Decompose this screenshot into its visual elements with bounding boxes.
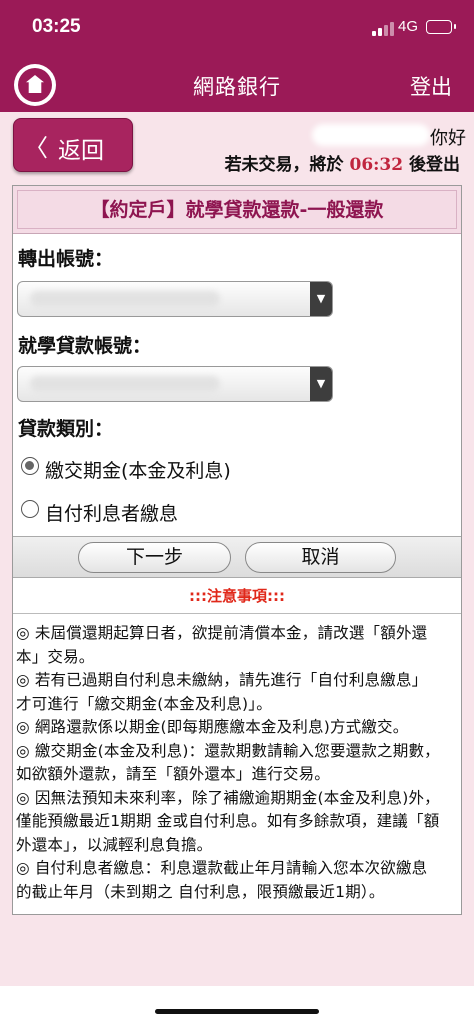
notice-heading: :::注意事項::: [13,578,461,614]
notice-line: ◎ 因無法預知未來利率，除了補繳逾期期金(本金及利息)外， [16,788,440,807]
network-type: 4G [398,18,419,35]
dropdown-arrow-icon: ▼ [310,367,332,401]
notice-list: ◎ 未屆償還期起算日者，欲提前清償本金，請改選「額外還 本」交易。 ◎ 若有已過… [16,622,456,904]
from-account-select[interactable]: ▼ [17,281,333,317]
logout-button[interactable]: 登出 [410,71,452,101]
session-timeout-text: 若未交易，將於 06:32 後登出 [225,150,460,175]
chevron-left-icon: 〈 [24,134,48,162]
radio-option-label: 繳交期金(本金及利息) [45,460,231,482]
notice-line: ◎ 若有已過期自付利息未繳納，請先進行「自付利息繳息」 [16,671,428,689]
home-bar [0,986,474,1026]
app-header: 網路銀行 登出 [0,58,474,112]
greeting-text: 你好 [430,128,466,149]
redacted-username [312,124,430,146]
notice-line: 的截止年月（未到期之 自付利息，限預繳最近1期）。 [16,882,385,901]
back-button[interactable]: 〈 返回 [13,118,133,172]
home-indicator[interactable] [155,1009,319,1014]
status-time: 03:25 [32,16,81,37]
notice-line: ◎ 網路還款係以期金(即每期應繳本金及利息)方式繳交。 [16,718,409,736]
loan-account-select[interactable]: ▼ [17,366,333,402]
notice-line: 如欲額外還款，請至「額外還本」進行交易。 [16,765,331,783]
redacted-account [30,291,220,307]
session-countdown: 06:32 [349,155,404,175]
notice-line: 才可進行「繳交期金(本金及利息)」。 [16,694,272,713]
notice-line: 外還本」，以減輕利息負擔。 [16,835,213,854]
notice-line: 本」交易。 [16,647,95,666]
battery-icon [426,20,456,34]
form-heading: 【約定戶】就學貸款還款-一般還款 [13,186,461,234]
session-prefix: 若未交易，將於 [224,155,344,175]
session-suffix: 後登出 [409,155,460,175]
notice-line: ◎ 未屆償還期起算日者，欲提前清償本金，請改選「額外還 [16,624,428,642]
action-bar: 下一步 取消 [13,536,461,578]
loan-type-label: 貸款類別： [18,418,114,440]
radio-option-label: 自付利息者繳息 [45,503,179,525]
repayment-form-panel: 【約定戶】就學貸款還款-一般還款 轉出帳號： ▼ 就學貸款帳號： ▼ 貸款類別：… [12,185,462,915]
status-bar: 03:25 4G [0,0,474,58]
loan-account-label: 就學貸款帳號： [18,335,152,357]
from-account-label: 轉出帳號： [18,248,114,270]
notice-line: 僅能預繳最近1期期 金或自付利息。如有多餘款項，建議「額 [16,812,440,830]
page-title: 網路銀行 [193,75,281,99]
notice-line: ◎ 自付利息者繳息：利息還款截止年月請輸入您本次欲繳息 [16,859,428,877]
redacted-account [30,376,220,392]
signal-icon [372,22,394,36]
notice-line: ◎ 繳交期金(本金及利息)：還款期數請輸入您要還款之期數， [16,741,440,760]
dropdown-arrow-icon: ▼ [310,282,332,316]
radio-selected-icon[interactable] [21,457,39,475]
radio-unselected-icon[interactable] [21,500,39,518]
cancel-button[interactable]: 取消 [245,542,396,573]
back-button-label: 返回 [58,138,104,164]
next-step-button[interactable]: 下一步 [78,542,231,573]
